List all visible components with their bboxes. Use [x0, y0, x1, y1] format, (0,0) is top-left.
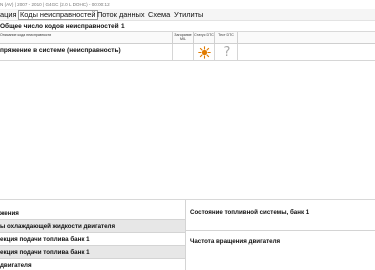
- mil-cell: [172, 44, 193, 61]
- column-header-description[interactable]: Описание кода неисправности: [0, 32, 172, 44]
- freeze-frame-param: екция подачи топлива банк 1: [0, 233, 185, 246]
- dtc-count-bar: Общее число кодов неисправностей 1: [0, 21, 375, 32]
- dtc-count-label: Общее число кодов неисправностей: [0, 23, 119, 30]
- dtc-table-header: Описание кода неисправности Загорание MI…: [0, 32, 375, 44]
- window-title: N (AV) | 2007 - 2010 | G4GC (2.0 L DOHC)…: [0, 0, 375, 9]
- menu-item-utilities[interactable]: Утилиты: [174, 10, 203, 20]
- column-header-status[interactable]: Статус DTC: [193, 32, 214, 44]
- menu-item-info[interactable]: ация: [0, 10, 16, 20]
- freeze-frame-param: двигателя: [0, 259, 185, 270]
- dtc-count-value: 1: [121, 23, 125, 30]
- column-header-test[interactable]: Тест DTC: [214, 32, 238, 44]
- question-icon[interactable]: ?: [215, 44, 239, 61]
- freeze-frame-param: жения: [0, 207, 185, 220]
- table-row[interactable]: пряжение в системе (неисправность) ?: [0, 44, 375, 61]
- freeze-frame-left-list: жения ы охлаждающей жидкости двигателя е…: [0, 200, 185, 270]
- freeze-frame-param: екция подачи топлива банк 1: [0, 246, 185, 259]
- menu-bar: ация Коды неисправностей Поток данных Сх…: [0, 9, 375, 21]
- freeze-frame-param: Частота вращения двигателя: [190, 238, 281, 245]
- dtc-description: пряжение в системе (неисправность): [0, 47, 121, 54]
- status-cell: [193, 44, 214, 61]
- menu-item-data-stream[interactable]: Поток данных: [97, 10, 145, 20]
- freeze-frame-param: ы охлаждающей жидкости двигателя: [0, 220, 185, 233]
- column-header-mil[interactable]: Загорание MIL: [172, 32, 193, 44]
- menu-item-diagram[interactable]: Схема: [148, 10, 170, 20]
- row-divider: [186, 230, 375, 231]
- freeze-frame-right-list: Состояние топливной системы, банк 1 Част…: [185, 200, 375, 270]
- menu-item-trouble-codes[interactable]: Коды неисправностей: [18, 10, 98, 20]
- freeze-frame-param: Состояние топливной системы, банк 1: [190, 209, 310, 216]
- sun-icon: [198, 46, 211, 59]
- dtc-list-empty-area: [0, 61, 375, 199]
- test-cell[interactable]: ?: [214, 44, 238, 61]
